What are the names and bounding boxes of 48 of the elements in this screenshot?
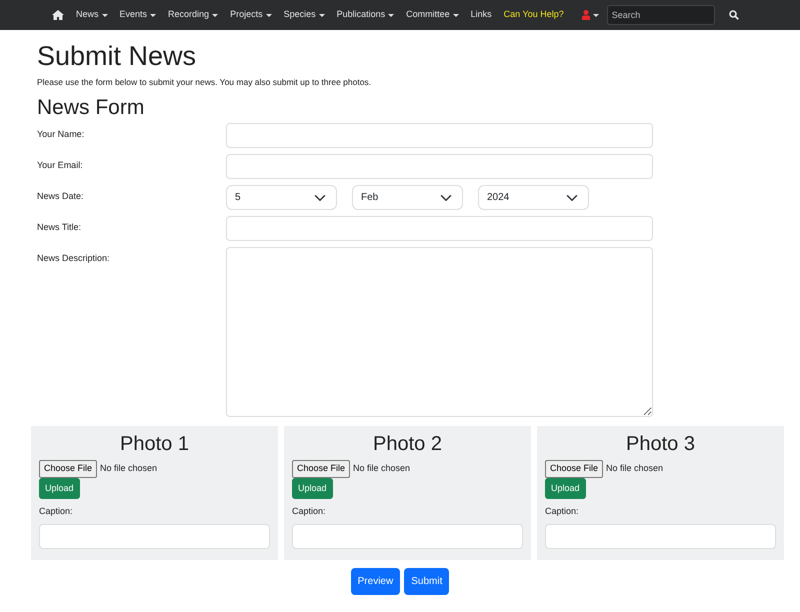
action-button[interactable]: Preview xyxy=(350,568,400,596)
nav-link[interactable]: Links xyxy=(464,0,498,30)
photo-title: Photo 3 xyxy=(625,432,696,456)
intro-text: Please use the form below to submit your news. You may also submit up to three photos. xyxy=(37,76,372,90)
file-status: No file chosen xyxy=(353,462,410,476)
file-status: No file chosen xyxy=(100,462,158,476)
nav-dropdown[interactable]: Species xyxy=(278,0,331,30)
user-icon xyxy=(582,10,590,20)
caption-label: Caption: xyxy=(292,505,327,518)
form-title: News Form xyxy=(37,95,146,120)
caption-field[interactable] xyxy=(292,524,523,549)
photo-title: Photo 2 xyxy=(372,432,443,456)
caption-field[interactable] xyxy=(39,524,270,549)
upload-button[interactable]: Upload xyxy=(39,478,80,500)
field-label: News Date: xyxy=(37,190,85,204)
nav-dropdown[interactable]: Publications xyxy=(330,0,400,30)
nav-dropdown[interactable]: Events xyxy=(114,0,162,30)
nav-dropdown[interactable]: Committee xyxy=(400,0,465,30)
date-select[interactable]: Feb xyxy=(352,185,463,210)
choose-file-button[interactable]: Choose File xyxy=(545,460,604,478)
field-label: News Title: xyxy=(37,221,82,234)
nav-link[interactable]: Can You Help? xyxy=(498,0,570,30)
caption-field[interactable] xyxy=(545,524,776,549)
choose-file-button[interactable]: Choose File xyxy=(39,460,98,478)
upload-button[interactable]: Upload xyxy=(545,478,586,500)
field-label: Your Email: xyxy=(37,159,84,172)
caption-label: Caption: xyxy=(39,505,74,518)
input-field[interactable] xyxy=(226,154,653,180)
caption-label: Caption: xyxy=(545,505,580,518)
field-label: Your Name: xyxy=(37,128,86,142)
search-field[interactable]: Search xyxy=(606,5,715,25)
choose-file-button[interactable]: Choose File xyxy=(292,460,350,478)
input-field[interactable] xyxy=(226,123,653,148)
nav-dropdown[interactable]: Recording xyxy=(162,0,224,30)
photo-title: Photo 1 xyxy=(119,432,190,456)
nav-dropdown[interactable]: News xyxy=(70,0,114,30)
date-select[interactable]: 5 xyxy=(226,185,337,210)
action-button[interactable]: Submit xyxy=(404,568,450,596)
home-icon xyxy=(52,10,64,20)
page-title: Submit News xyxy=(37,40,198,72)
input-field[interactable] xyxy=(226,216,653,242)
search-icon xyxy=(728,10,739,20)
upload-button[interactable]: Upload xyxy=(292,478,333,500)
date-select[interactable]: 2024 xyxy=(478,185,589,210)
file-status: No file chosen xyxy=(606,462,664,476)
field-label: News Description: xyxy=(37,252,111,266)
nav-dropdown[interactable]: Projects xyxy=(224,0,278,30)
text-area[interactable] xyxy=(226,247,653,418)
